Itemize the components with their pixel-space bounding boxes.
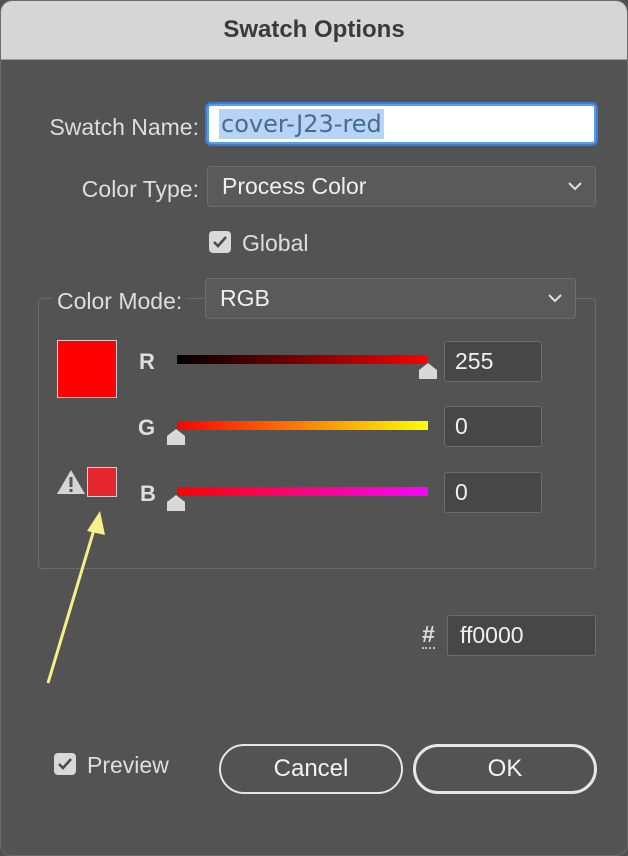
annotation-arrow xyxy=(46,511,105,684)
swatch-options-dialog: Swatch Options Swatch Name: cover-J23-re… xyxy=(0,0,628,856)
